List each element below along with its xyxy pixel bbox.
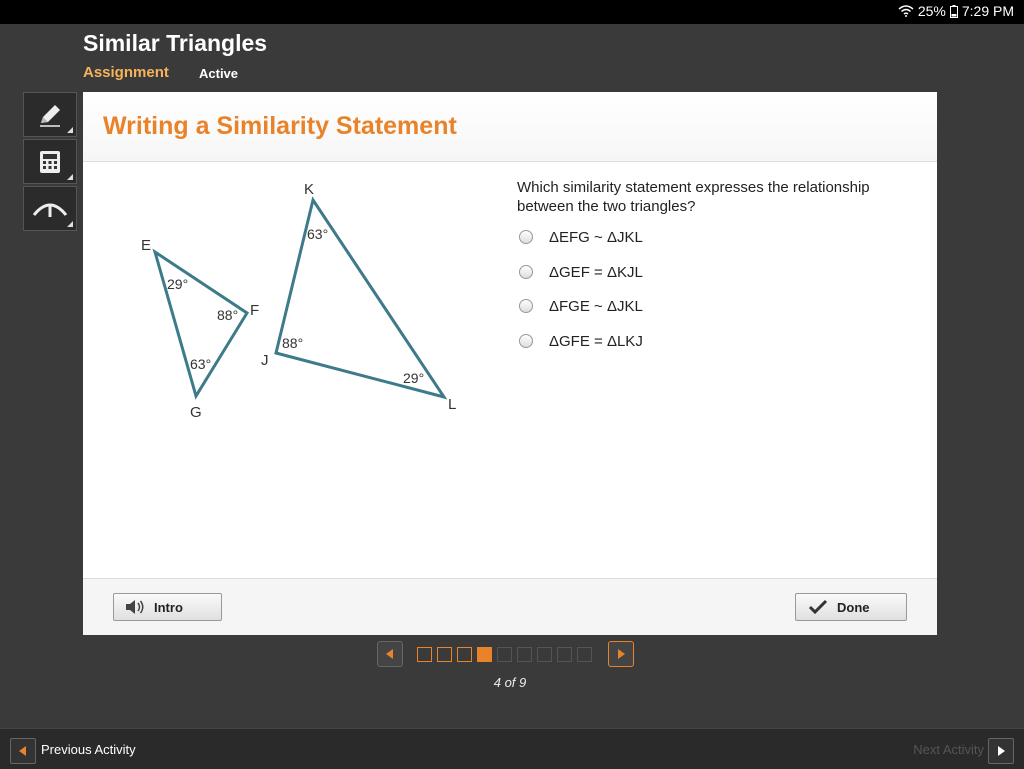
vertex-g: G <box>190 404 202 421</box>
radio-button[interactable] <box>519 299 533 313</box>
page-square-5[interactable] <box>497 646 512 662</box>
page-squares <box>417 646 592 662</box>
calculator-icon <box>40 150 60 173</box>
radio-button[interactable] <box>519 265 533 279</box>
radio-button[interactable] <box>519 334 533 348</box>
page-count: 4 of 9 <box>493 675 527 690</box>
assignment-label: Assignment <box>83 64 169 81</box>
next-activity-button[interactable] <box>988 738 1014 764</box>
radio-button[interactable] <box>519 230 533 244</box>
wifi-icon <box>898 5 914 17</box>
intro-label: Intro <box>154 599 183 615</box>
prev-page-button[interactable] <box>377 641 403 667</box>
status-bar: 25% 7:29 PM <box>0 0 1024 24</box>
angle-l: 29° <box>403 370 424 386</box>
reference-tool-button[interactable] <box>23 186 77 231</box>
battery-icon <box>949 4 958 18</box>
battery-percent: 25% <box>917 3 946 19</box>
page-square-8[interactable] <box>557 646 572 662</box>
page-square-4[interactable] <box>477 646 492 662</box>
clock: 7:29 PM <box>961 3 1014 19</box>
triangles-figure: E F G 29° 88° 63° K J L 63° 88° 29° <box>141 181 456 421</box>
calculator-tool-button[interactable] <box>23 139 77 184</box>
activity-pager <box>377 641 634 667</box>
arrow-right-icon <box>618 649 625 659</box>
pencil-tool-button[interactable] <box>23 92 77 137</box>
previous-activity-button[interactable] <box>10 738 36 764</box>
page-square-2[interactable] <box>437 646 452 662</box>
page-square-3[interactable] <box>457 646 472 662</box>
vertex-j: J <box>261 352 269 369</box>
tool-palette <box>23 92 77 233</box>
option-label: ΔGFE = ΔLKJ <box>549 332 643 350</box>
previous-activity-label[interactable]: Previous Activity <box>41 742 136 757</box>
option-2[interactable]: ΔGEF = ΔKJL <box>519 262 643 282</box>
triangle-kjl: K J L 63° 88° 29° <box>261 181 456 413</box>
intro-button[interactable]: Intro <box>113 593 222 621</box>
angle-e: 29° <box>167 276 188 292</box>
speaker-icon <box>126 600 144 614</box>
panel-title: Writing a Similarity Statement <box>103 112 457 140</box>
page-square-7[interactable] <box>537 646 552 662</box>
angle-k: 63° <box>307 226 328 242</box>
status-label: Active <box>199 66 239 81</box>
page-square-9[interactable] <box>577 646 592 662</box>
vertex-l: L <box>448 396 456 413</box>
vertex-f: F <box>250 302 259 319</box>
angle-j: 88° <box>282 335 303 351</box>
bottom-nav: Previous Activity Next Activity <box>0 728 1024 769</box>
panel-header: Writing a Similarity Statement <box>83 92 937 162</box>
question-text: Which similarity statement expresses the… <box>517 179 870 215</box>
option-label: ΔFGE ~ ΔJKL <box>549 297 643 315</box>
option-3[interactable]: ΔFGE ~ ΔJKL <box>519 296 643 316</box>
panel-footer: Intro Done <box>83 578 937 635</box>
checkmark-icon <box>808 599 828 615</box>
activity-panel: Writing a Similarity Statement E F G 29°… <box>83 92 937 635</box>
triangle-efg: E F G 29° 88° 63° <box>141 237 259 421</box>
option-label: ΔEFG ~ ΔJKL <box>549 228 643 246</box>
pencil-icon <box>40 104 60 127</box>
done-label: Done <box>837 599 870 615</box>
page-title: Similar Triangles <box>83 30 268 56</box>
vertex-k: K <box>304 181 314 198</box>
arrow-left-icon <box>386 649 393 659</box>
status-right: 25% 7:29 PM <box>898 3 1014 19</box>
angle-g: 63° <box>190 356 211 372</box>
done-button[interactable]: Done <box>795 593 907 621</box>
angle-f: 88° <box>217 307 238 323</box>
option-1[interactable]: ΔEFG ~ ΔJKL <box>519 227 643 247</box>
arrow-left-icon <box>19 746 26 756</box>
page-square-1[interactable] <box>417 646 432 662</box>
arrow-right-icon <box>998 746 1005 756</box>
vertex-e: E <box>141 237 151 254</box>
page-square-6[interactable] <box>517 646 532 662</box>
next-activity-label: Next Activity <box>913 742 984 757</box>
option-label: ΔGEF = ΔKJL <box>549 263 643 281</box>
reference-icon <box>32 203 68 217</box>
next-page-button[interactable] <box>608 641 634 667</box>
option-4[interactable]: ΔGFE = ΔLKJ <box>519 331 643 351</box>
